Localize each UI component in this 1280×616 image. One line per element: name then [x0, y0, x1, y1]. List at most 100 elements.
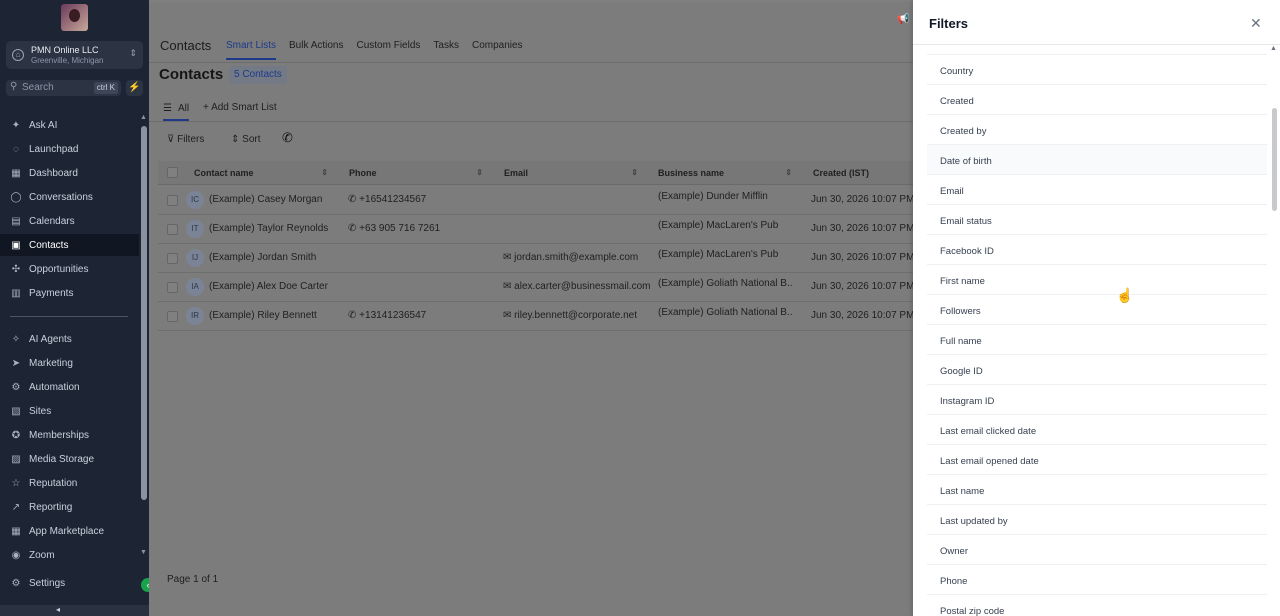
tab-all-view[interactable]: ☰ All [163, 103, 190, 121]
scroll-down-arrow-icon[interactable]: ▼ [140, 549, 147, 556]
sidebar-item-app-marketplace[interactable]: ▦ App Marketplace [0, 520, 139, 542]
location-switcher[interactable]: ⌂ PMN Online LLC Greenville, Michigan ⇕ [6, 41, 143, 69]
table-row[interactable]: IC (Example) Casey Morgan ✆ +16541234567 (E… [158, 186, 913, 215]
avatar: IR [186, 307, 204, 325]
sidebar-item-dashboard[interactable]: ▦ Dashboard [0, 162, 139, 184]
scroll-up-arrow-icon[interactable]: ▲ [140, 114, 147, 121]
contact-name-link[interactable]: (Example) Jordan Smith [209, 252, 329, 263]
sidebar-item-launchpad[interactable]: ◌ Launchpad [0, 138, 139, 160]
filter-field-google-id[interactable]: Google ID [927, 355, 1267, 385]
user-avatar[interactable] [61, 4, 88, 31]
row-checkbox[interactable] [167, 253, 178, 264]
filter-field-created-by[interactable]: Created by [927, 115, 1267, 145]
column-phone[interactable]: Phone ⇕ [349, 168, 483, 178]
business-name-cell[interactable]: (Example) Dunder Mifflin [658, 191, 793, 202]
filter-field-phone[interactable]: Phone [927, 565, 1267, 595]
contact-name-link[interactable]: (Example) Riley Bennett [209, 310, 329, 321]
sidebar-item-reputation[interactable]: ☆ Reputation [0, 472, 139, 494]
sidebar-item-calendars[interactable]: ▤ Calendars [0, 210, 139, 232]
sort-arrows-icon[interactable]: ⇕ [321, 168, 328, 177]
filter-field-last-email-opened-date[interactable]: Last email opened date [927, 445, 1267, 475]
sidebar-scrollbar[interactable] [141, 126, 147, 500]
contact-name-link[interactable]: (Example) Taylor Reynolds [209, 223, 329, 234]
column-contact-name[interactable]: Contact name ⇕ [194, 168, 328, 178]
sidebar-item-memberships[interactable]: ✪ Memberships [0, 424, 139, 446]
quick-action-bolt-icon[interactable]: ⚡ [126, 80, 143, 96]
panel-scrollbar[interactable] [1272, 108, 1277, 211]
sidebar-item-payments[interactable]: ▥ Payments [0, 282, 139, 304]
announcement-icon[interactable]: 📢 [897, 14, 909, 25]
scroll-left-arrow-icon[interactable]: ◂ [56, 605, 60, 614]
sidebar-item-media-storage[interactable]: ▨ Media Storage [0, 448, 139, 470]
table-row[interactable]: IR (Example) Riley Bennett ✆ +13141236547 ✉… [158, 302, 913, 331]
sort-button[interactable]: ⇕ Sort [231, 134, 261, 145]
add-smart-list-button[interactable]: + Add Smart List [203, 102, 277, 113]
table-row[interactable]: IJ (Example) Jordan Smith ✉ jordan.smith@e… [158, 244, 913, 273]
filter-field-last-email-clicked-date[interactable]: Last email clicked date [927, 415, 1267, 445]
sidebar-item-settings[interactable]: ⚙ Settings [0, 572, 139, 594]
filters-button[interactable]: ⊽ Filters [167, 134, 204, 145]
sidebar-item-contacts[interactable]: ▣ Contacts [0, 234, 139, 256]
filter-field-instagram-id[interactable]: Instagram ID [927, 385, 1267, 415]
business-name-cell[interactable]: (Example) Goliath National B... [658, 278, 793, 289]
column-business-name[interactable]: Business name ⇕ [658, 168, 792, 178]
sidebar-item-opportunities[interactable]: ✣ Opportunities [0, 258, 139, 280]
horizontal-scrollbar[interactable]: ◂ [0, 605, 149, 616]
tab-bulk-actions[interactable]: Bulk Actions [289, 40, 343, 60]
phone-cell[interactable]: ✆ +16541234567 [348, 194, 426, 205]
tab-custom-fields[interactable]: Custom Fields [357, 40, 421, 60]
tab-tasks[interactable]: Tasks [433, 40, 459, 60]
table-row[interactable]: IA (Example) Alex Doe Carter ✉ alex.carter… [158, 273, 913, 302]
sidebar-item-ai-agents[interactable]: ✧ AI Agents [0, 328, 139, 350]
row-checkbox[interactable] [167, 311, 178, 322]
close-icon[interactable]: ✕ [1250, 15, 1262, 32]
sidebar-item-zoom[interactable]: ◉ Zoom [0, 544, 139, 566]
column-email[interactable]: Email ⇕ [504, 168, 638, 178]
sidebar-item-automation[interactable]: ⚙ Automation [0, 376, 139, 398]
filter-field-first-name[interactable]: First name [927, 265, 1267, 295]
sidebar-item-reporting[interactable]: ↗ Reporting [0, 496, 139, 518]
select-all-checkbox[interactable] [167, 167, 178, 178]
phone-call-icon[interactable]: ✆ [282, 130, 293, 146]
email-cell[interactable]: ✉ alex.carter@businessmail.com [503, 281, 653, 292]
phone-value: +16541234567 [359, 194, 427, 205]
row-checkbox[interactable] [167, 195, 178, 206]
sort-arrows-icon[interactable]: ⇕ [785, 168, 792, 177]
filter-field-facebook-id[interactable]: Facebook ID [927, 235, 1267, 265]
filter-field-last-updated-by[interactable]: Last updated by [927, 505, 1267, 535]
sidebar-item-sites[interactable]: ▧ Sites [0, 400, 139, 422]
contact-name-link[interactable]: (Example) Casey Morgan [209, 194, 329, 205]
filter-field-date-of-birth[interactable]: Date of birth [927, 145, 1267, 175]
contact-name-link[interactable]: (Example) Alex Doe Carter [209, 281, 329, 292]
table-row[interactable]: IT (Example) Taylor Reynolds ✆ +63 905 716… [158, 215, 913, 244]
phone-cell[interactable]: ✆ +63 905 716 7261 [348, 223, 440, 234]
sidebar-item-ask-ai[interactable]: ✦ Ask AI [0, 114, 139, 136]
tab-companies[interactable]: Companies [472, 40, 523, 60]
column-created[interactable]: Created (IST) [813, 168, 869, 178]
sort-arrows-icon[interactable]: ⇕ [631, 168, 638, 177]
filter-field-email-status[interactable]: Email status [927, 205, 1267, 235]
email-cell[interactable]: ✉ jordan.smith@example.com [503, 252, 653, 263]
business-name-cell[interactable]: (Example) Goliath National B... [658, 307, 793, 318]
filter-field-full-name[interactable]: Full name [927, 325, 1267, 355]
sort-arrows-icon[interactable]: ⇕ [476, 168, 483, 177]
filter-field-created[interactable]: Created [927, 85, 1267, 115]
business-name-cell[interactable]: (Example) MacLaren's Pub [658, 220, 793, 231]
phone-cell[interactable]: ✆ +13141236547 [348, 310, 426, 321]
filter-field-postal-zip-code[interactable]: Postal zip code [927, 595, 1267, 616]
filter-field-email[interactable]: Email [927, 175, 1267, 205]
sidebar-item-conversations[interactable]: ◯ Conversations [0, 186, 139, 208]
sidebar-item-label: Media Storage [29, 453, 95, 465]
filter-field-followers[interactable]: Followers [927, 295, 1267, 325]
row-checkbox[interactable] [167, 282, 178, 293]
email-cell[interactable]: ✉ riley.bennett@corporate.net [503, 310, 653, 321]
scroll-up-arrow-icon[interactable]: ▲ [1270, 45, 1277, 52]
filter-field-country[interactable]: Country [927, 55, 1267, 85]
row-checkbox[interactable] [167, 224, 178, 235]
search-input[interactable]: ⚲ Search ctrl K [6, 80, 121, 96]
sidebar-item-marketing[interactable]: ➤ Marketing [0, 352, 139, 374]
business-name-cell[interactable]: (Example) MacLaren's Pub [658, 249, 793, 260]
tab-smart-lists[interactable]: Smart Lists [226, 40, 277, 60]
filter-field-last-name[interactable]: Last name [927, 475, 1267, 505]
filter-field-owner[interactable]: Owner [927, 535, 1267, 565]
